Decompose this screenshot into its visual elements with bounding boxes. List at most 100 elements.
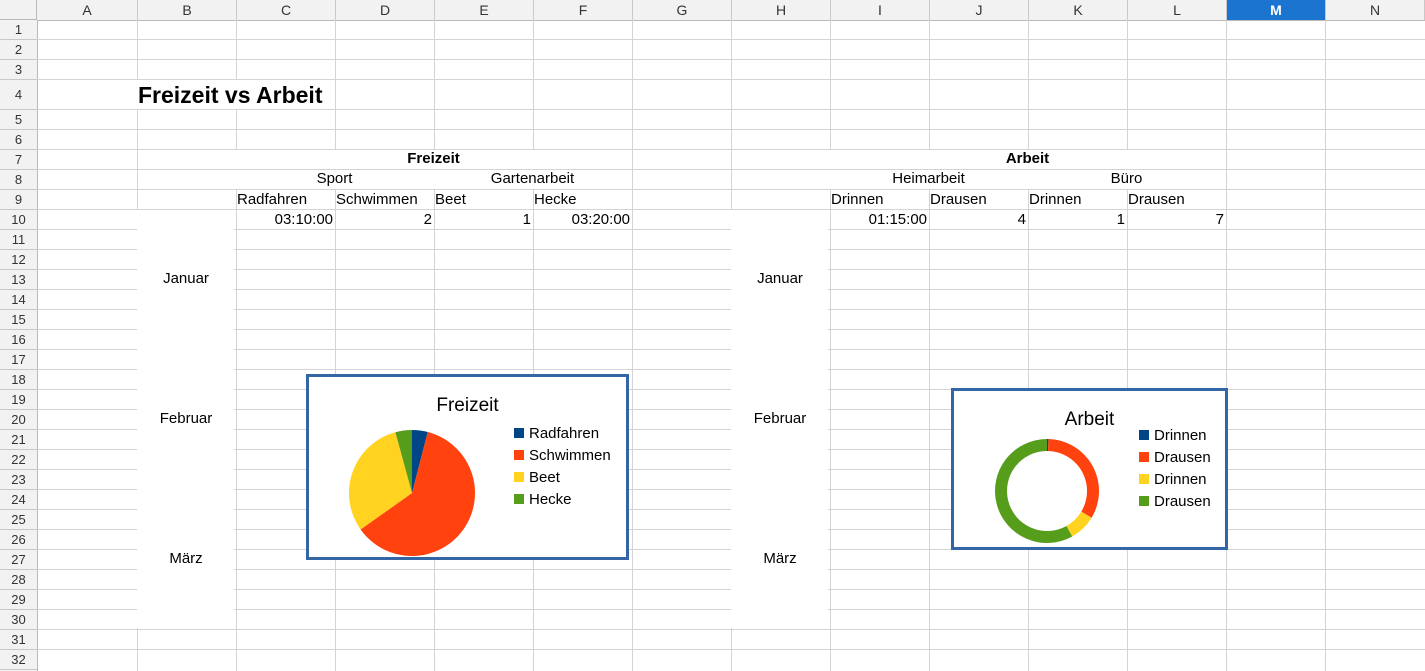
beet-value-cell[interactable]: 1 bbox=[434, 211, 531, 228]
grid-hline bbox=[37, 59, 1425, 60]
legend-swatch bbox=[1139, 452, 1149, 462]
freizeit-header-cell[interactable]: Freizeit bbox=[236, 150, 631, 167]
month-maerz-left[interactable]: März bbox=[137, 550, 235, 567]
row-header-24[interactable]: 24 bbox=[0, 490, 37, 510]
schwimmen-value-cell[interactable]: 2 bbox=[335, 211, 432, 228]
buero-drinnen-cell[interactable]: Drinnen bbox=[1029, 191, 1082, 208]
grid-vline bbox=[236, 20, 237, 671]
arbeit-header-cell[interactable]: Arbeit bbox=[830, 150, 1225, 167]
month-februar-right[interactable]: Februar bbox=[731, 410, 829, 427]
legend-swatch bbox=[514, 472, 524, 482]
row-header-8[interactable]: 8 bbox=[0, 170, 37, 190]
column-header-m[interactable]: M bbox=[1227, 0, 1326, 20]
column-header-b[interactable]: B bbox=[138, 0, 237, 20]
grid-vline bbox=[335, 20, 336, 671]
column-header-j[interactable]: J bbox=[930, 0, 1029, 20]
grid-vline bbox=[533, 20, 534, 671]
row-header-5[interactable]: 5 bbox=[0, 110, 37, 130]
legend-label: Drausen bbox=[1154, 493, 1211, 510]
buero-drausen-value-cell[interactable]: 7 bbox=[1127, 211, 1224, 228]
hecke-cell[interactable]: Hecke bbox=[534, 191, 577, 208]
column-header-n[interactable]: N bbox=[1326, 0, 1425, 20]
row-header-14[interactable]: 14 bbox=[0, 290, 37, 310]
row-header-4[interactable]: 4 bbox=[0, 80, 37, 110]
gartenarbeit-cell[interactable]: Gartenarbeit bbox=[434, 170, 631, 187]
heimarbeit-cell[interactable]: Heimarbeit bbox=[830, 170, 1027, 187]
row-header-3[interactable]: 3 bbox=[0, 60, 37, 80]
column-header-k[interactable]: K bbox=[1029, 0, 1128, 20]
column-header-c[interactable]: C bbox=[237, 0, 336, 20]
row-header-15[interactable]: 15 bbox=[0, 310, 37, 330]
select-all-corner[interactable] bbox=[0, 0, 37, 20]
arbeit-donut-chart[interactable]: Arbeit Drinnen Drausen Drinnen Drausen bbox=[951, 388, 1228, 550]
column-header-e[interactable]: E bbox=[435, 0, 534, 20]
row-header-2[interactable]: 2 bbox=[0, 40, 37, 60]
row-header-32[interactable]: 32 bbox=[0, 650, 37, 670]
row-header-13[interactable]: 13 bbox=[0, 270, 37, 290]
heim-drausen-value-cell[interactable]: 4 bbox=[929, 211, 1026, 228]
column-header-d[interactable]: D bbox=[336, 0, 435, 20]
row-header-31[interactable]: 31 bbox=[0, 630, 37, 650]
sport-cell[interactable]: Sport bbox=[236, 170, 433, 187]
row-header-19[interactable]: 19 bbox=[0, 390, 37, 410]
grid-vline bbox=[929, 20, 930, 671]
row-header-30[interactable]: 30 bbox=[0, 610, 37, 630]
legend-label: Drausen bbox=[1154, 449, 1211, 466]
row-header-22[interactable]: 22 bbox=[0, 450, 37, 470]
row-header-6[interactable]: 6 bbox=[0, 130, 37, 150]
row-header-21[interactable]: 21 bbox=[0, 430, 37, 450]
month-februar-left[interactable]: Februar bbox=[137, 410, 235, 427]
title-cell[interactable]: Freizeit vs Arbeit bbox=[138, 82, 322, 109]
buero-drinnen-value-cell[interactable]: 1 bbox=[1028, 211, 1125, 228]
legend-item-drinnen: Drinnen bbox=[1139, 427, 1207, 444]
column-header-i[interactable]: I bbox=[831, 0, 930, 20]
column-header-bar: ABCDEFGHIJKLMN bbox=[0, 0, 1425, 21]
row-header-17[interactable]: 17 bbox=[0, 350, 37, 370]
grid-vline bbox=[632, 20, 633, 671]
row-header-25[interactable]: 25 bbox=[0, 510, 37, 530]
freizeit-pie-chart[interactable]: Freizeit Radfahren Schwimmen Beet Hecke bbox=[306, 374, 629, 560]
month-maerz-right[interactable]: März bbox=[731, 550, 829, 567]
legend-label: Schwimmen bbox=[529, 447, 611, 464]
column-header-h[interactable]: H bbox=[732, 0, 831, 20]
month-januar-left[interactable]: Januar bbox=[137, 270, 235, 287]
buero-cell[interactable]: Büro bbox=[1028, 170, 1225, 187]
legend-item-drinnen: Drinnen bbox=[1139, 471, 1207, 488]
row-header-27[interactable]: 27 bbox=[0, 550, 37, 570]
row-header-16[interactable]: 16 bbox=[0, 330, 37, 350]
row-header-28[interactable]: 28 bbox=[0, 570, 37, 590]
row-header-26[interactable]: 26 bbox=[0, 530, 37, 550]
row-header-23[interactable]: 23 bbox=[0, 470, 37, 490]
legend-label: Beet bbox=[529, 469, 560, 486]
hecke-value-cell[interactable]: 03:20:00 bbox=[533, 211, 630, 228]
legend-swatch bbox=[514, 494, 524, 504]
radfahren-value-cell[interactable]: 03:10:00 bbox=[236, 211, 333, 228]
pie-plot bbox=[349, 430, 475, 556]
radfahren-cell[interactable]: Radfahren bbox=[237, 191, 307, 208]
legend-swatch bbox=[1139, 474, 1149, 484]
legend-swatch bbox=[1139, 430, 1149, 440]
schwimmen-cell[interactable]: Schwimmen bbox=[336, 191, 418, 208]
row-header-29[interactable]: 29 bbox=[0, 590, 37, 610]
buero-drausen-cell[interactable]: Drausen bbox=[1128, 191, 1185, 208]
beet-cell[interactable]: Beet bbox=[435, 191, 466, 208]
column-header-a[interactable]: A bbox=[37, 0, 138, 20]
row-header-12[interactable]: 12 bbox=[0, 250, 37, 270]
month-januar-right[interactable]: Januar bbox=[731, 270, 829, 287]
row-header-20[interactable]: 20 bbox=[0, 410, 37, 430]
row-header-10[interactable]: 10 bbox=[0, 210, 37, 230]
row-header-7[interactable]: 7 bbox=[0, 150, 37, 170]
heim-drinnen-cell[interactable]: Drinnen bbox=[831, 191, 884, 208]
heim-drausen-cell[interactable]: Drausen bbox=[930, 191, 987, 208]
legend-label: Drinnen bbox=[1154, 427, 1207, 444]
row-header-1[interactable]: 1 bbox=[0, 20, 37, 40]
heim-drinnen-value-cell[interactable]: 01:15:00 bbox=[830, 211, 927, 228]
row-header-9[interactable]: 9 bbox=[0, 190, 37, 210]
column-header-l[interactable]: L bbox=[1128, 0, 1227, 20]
column-header-g[interactable]: G bbox=[633, 0, 732, 20]
row-header-bar: 1 2 3 4 5 6 7 8 9 10 11 12 13 14 15 16 17 18 19 20 21 22 23 24 2… bbox=[0, 20, 38, 671]
spreadsheet-grid[interactable]: Freizeit vs Arbeit Freizeit Sport Garten… bbox=[37, 20, 1425, 671]
row-header-11[interactable]: 11 bbox=[0, 230, 37, 250]
column-header-f[interactable]: F bbox=[534, 0, 633, 20]
row-header-18[interactable]: 18 bbox=[0, 370, 37, 390]
